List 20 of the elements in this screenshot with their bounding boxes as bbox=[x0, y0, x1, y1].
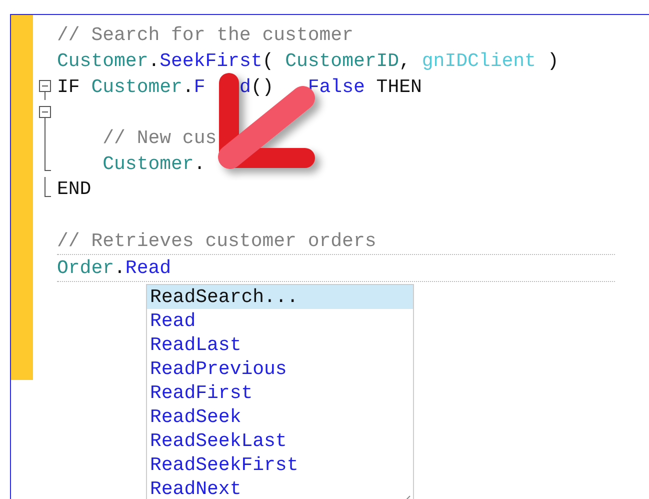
fold-end-icon bbox=[44, 177, 52, 198]
fold-line-icon bbox=[44, 126, 46, 152]
code-line: IF Customer.F d() False THEN bbox=[57, 74, 422, 100]
autocomplete-item[interactable]: ReadSeekLast bbox=[147, 428, 413, 453]
code-comment: // Search for the customer bbox=[57, 23, 354, 48]
autocomplete-item[interactable]: ReadSeek bbox=[147, 404, 413, 429]
autocomplete-item[interactable]: Read bbox=[147, 308, 413, 333]
code-comment: // Retrieves customer orders bbox=[57, 228, 376, 254]
autocomplete-item[interactable]: ReadPrevious bbox=[147, 356, 413, 381]
autocomplete-item[interactable]: ReadSeekFirst bbox=[147, 452, 413, 477]
autocomplete-item[interactable]: ReadNext bbox=[147, 476, 413, 499]
code-comment: // New cus bbox=[102, 126, 217, 152]
autocomplete-item[interactable]: ReadSearch... bbox=[147, 284, 413, 309]
fold-end-icon bbox=[44, 151, 52, 172]
autocomplete-item[interactable]: ReadLast bbox=[147, 332, 413, 357]
code-line: Customer. bbox=[102, 152, 206, 177]
code-line: Order.Read bbox=[57, 256, 172, 281]
autocomplete-item[interactable]: ReadFirst bbox=[147, 380, 413, 405]
code-line: END bbox=[57, 177, 92, 202]
code-line: Customer.SeekFirst( CustomerID, gnIDClient ) bbox=[57, 49, 559, 74]
